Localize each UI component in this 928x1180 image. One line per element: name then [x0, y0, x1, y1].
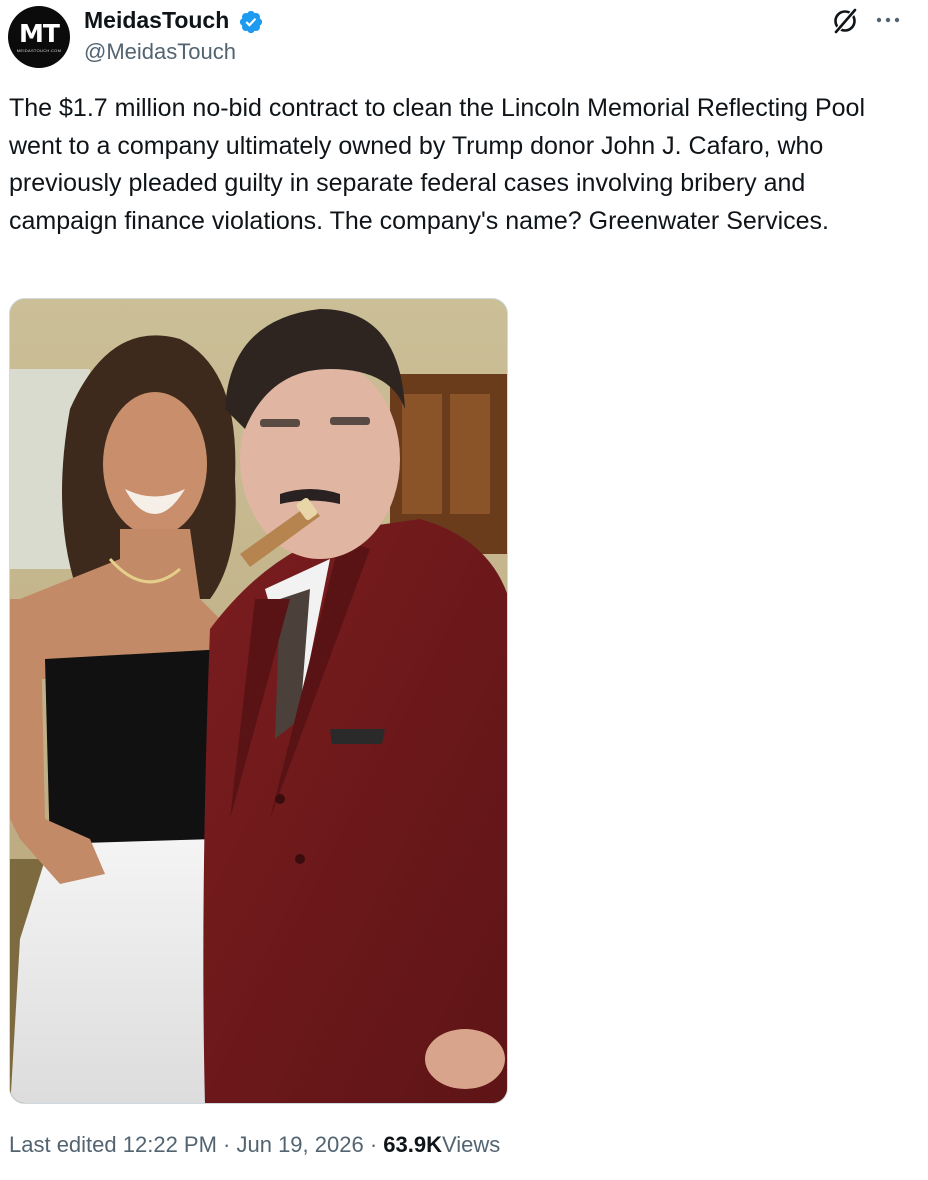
timestamp-date[interactable]: Jun 19, 2026	[236, 1132, 369, 1157]
tweet-meta: Last edited 12:22 PM · Jun 19, 2026 · 63…	[9, 1128, 500, 1162]
display-name[interactable]: MeidasTouch	[84, 6, 229, 34]
views-count: 63.9K	[383, 1132, 442, 1157]
grok-icon[interactable]	[830, 6, 860, 36]
timestamp-time[interactable]: 12:22 PM	[123, 1132, 223, 1157]
more-icon[interactable]	[874, 10, 902, 30]
views-label: Views	[442, 1132, 501, 1157]
avatar[interactable]: MT MEIDASTOUCH.COM	[8, 6, 70, 68]
avatar-logo-sub: MEIDASTOUCH.COM	[16, 48, 62, 53]
tweet-text: The $1.7 million no-bid contract to clea…	[9, 94, 872, 235]
handle[interactable]: @MeidasTouch	[84, 38, 236, 66]
avatar-logo: MT	[19, 19, 60, 48]
edited-label[interactable]: Last edited	[9, 1132, 123, 1157]
verified-badge-icon	[239, 10, 263, 34]
separator: ·	[369, 1132, 384, 1157]
tweet: MT MEIDASTOUCH.COM MeidasTouch @MeidasTo…	[0, 0, 928, 1180]
separator: ·	[223, 1132, 237, 1157]
photo-illustration	[10, 299, 507, 1103]
tweet-photo[interactable]	[9, 298, 508, 1104]
